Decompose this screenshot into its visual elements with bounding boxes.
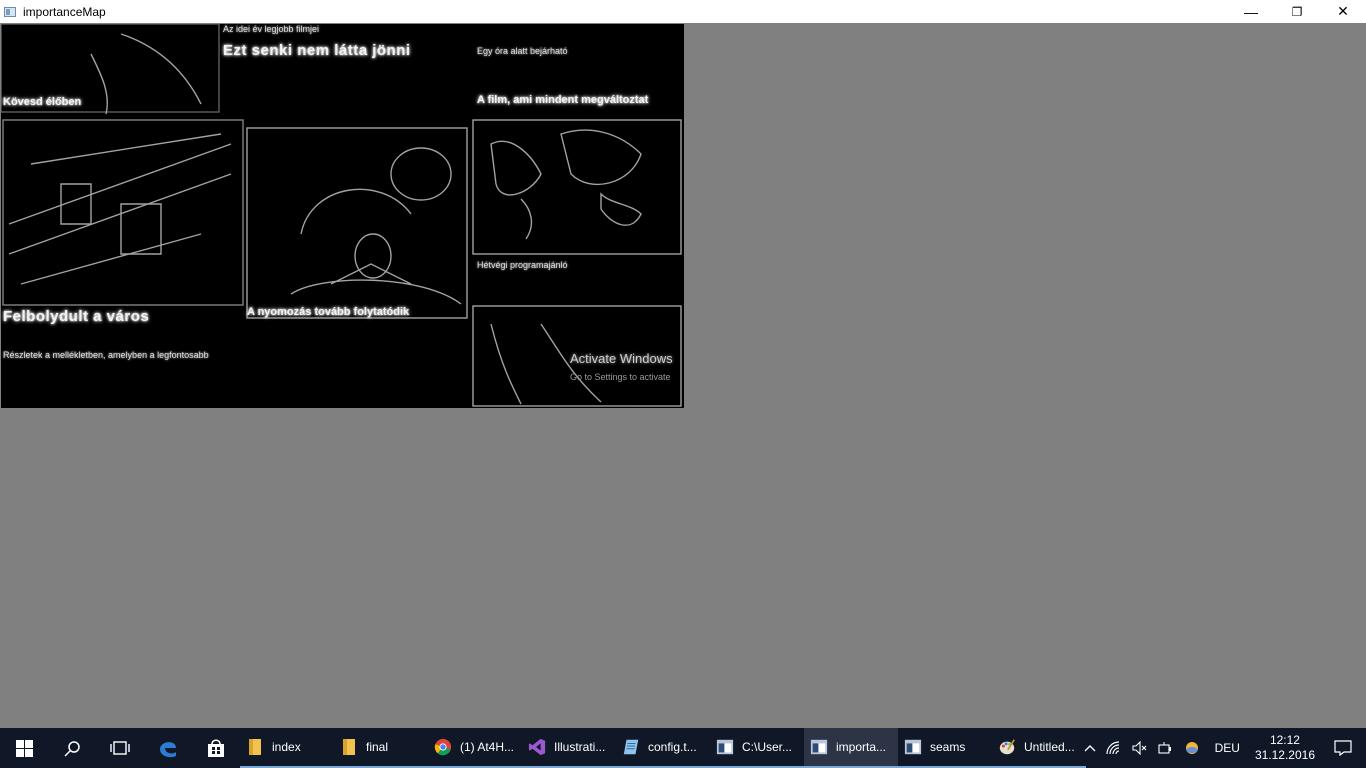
headline-center: A nyomozás tovább folytatódik <box>247 306 410 318</box>
caption-right: Hétvégi programajánló <box>477 260 568 270</box>
taskbar-app-label: importa... <box>836 740 887 754</box>
caption-map: Egy óra alatt bejárható <box>477 46 568 56</box>
console-window-icon <box>716 738 734 756</box>
clock-date: 31.12.2016 <box>1254 748 1315 762</box>
taskbar-app-label: seams <box>930 740 966 754</box>
taskbar-app-visual-studio[interactable]: Illustrati... <box>522 728 616 768</box>
taskbar-app-final[interactable]: final <box>334 728 428 768</box>
activate-windows-subtext: Go to Settings to activate <box>570 372 671 382</box>
app-window-icon <box>4 6 16 17</box>
close-button[interactable]: ✕ <box>1320 0 1366 23</box>
edge-icon[interactable] <box>144 728 192 768</box>
body-bottom-left: Részletek a mellékletben, amelyben a leg… <box>3 350 209 360</box>
taskbar-app-index[interactable]: index <box>240 728 334 768</box>
importance-map-image: Az idei év legjobb filmjei Ezt senki nem… <box>1 24 684 408</box>
input-language[interactable]: DEU <box>1205 728 1250 768</box>
taskbar-app-label: C:\User... <box>742 740 793 754</box>
folder-icon <box>340 738 358 756</box>
app-window-icon <box>810 738 828 756</box>
search-icon[interactable] <box>48 728 96 768</box>
headline-top: Az idei év legjobb filmjei <box>223 24 320 34</box>
volume-muted-icon[interactable] <box>1127 728 1153 768</box>
show-hidden-icons-icon[interactable] <box>1079 728 1101 768</box>
taskbar: index final (1) At4H... Illustrati... co… <box>0 728 1366 768</box>
taskbar-app-label: config.t... <box>648 740 697 754</box>
chrome-icon <box>434 738 452 756</box>
store-icon[interactable] <box>192 728 240 768</box>
notepad-icon <box>622 738 640 756</box>
clock[interactable]: 12:12 31.12.2016 <box>1250 728 1320 768</box>
headline-left: Kövesd élőben <box>3 96 82 108</box>
app-window-icon <box>904 738 922 756</box>
paint-icon <box>998 738 1016 756</box>
window-title-bar: importanceMap — ❐ ✕ <box>0 0 1366 23</box>
system-tray: DEU 12:12 31.12.2016 <box>1079 728 1366 768</box>
taskbar-app-paint[interactable]: Untitled... <box>992 728 1086 768</box>
headline-map: A film, ami mindent megváltoztat <box>477 94 649 106</box>
windows-logo-icon[interactable] <box>0 728 48 768</box>
headline-bottom-left: Felbolydult a város <box>3 308 150 325</box>
taskbar-app-label: index <box>272 740 301 754</box>
weather-icon[interactable] <box>1179 728 1205 768</box>
taskbar-app-seams[interactable]: seams <box>898 728 992 768</box>
activate-windows-watermark: Activate Windows <box>570 351 673 366</box>
taskbar-app-label: Illustrati... <box>554 740 606 754</box>
window-controls: — ❐ ✕ <box>1228 0 1366 23</box>
taskbar-app-label: final <box>366 740 389 754</box>
window-title: importanceMap <box>23 4 106 19</box>
taskbar-app-label: Untitled... <box>1024 740 1075 754</box>
minimize-button[interactable]: — <box>1228 0 1274 23</box>
taskbar-app-config[interactable]: config.t... <box>616 728 710 768</box>
folder-icon <box>246 738 264 756</box>
taskbar-app-importance-map[interactable]: importa... <box>804 728 898 768</box>
taskbar-app-console[interactable]: C:\User... <box>710 728 804 768</box>
headline-main: Ezt senki nem látta jönni <box>223 42 411 59</box>
restore-button[interactable]: ❐ <box>1274 0 1320 23</box>
taskbar-app-chrome[interactable]: (1) At4H... <box>428 728 522 768</box>
task-view-icon[interactable] <box>96 728 144 768</box>
taskbar-app-label: (1) At4H... <box>460 740 515 754</box>
battery-icon[interactable] <box>1153 728 1179 768</box>
clock-time: 12:12 <box>1269 733 1300 747</box>
action-center-icon[interactable] <box>1320 728 1366 768</box>
visual-studio-icon <box>528 738 546 756</box>
wifi-icon[interactable] <box>1101 728 1127 768</box>
